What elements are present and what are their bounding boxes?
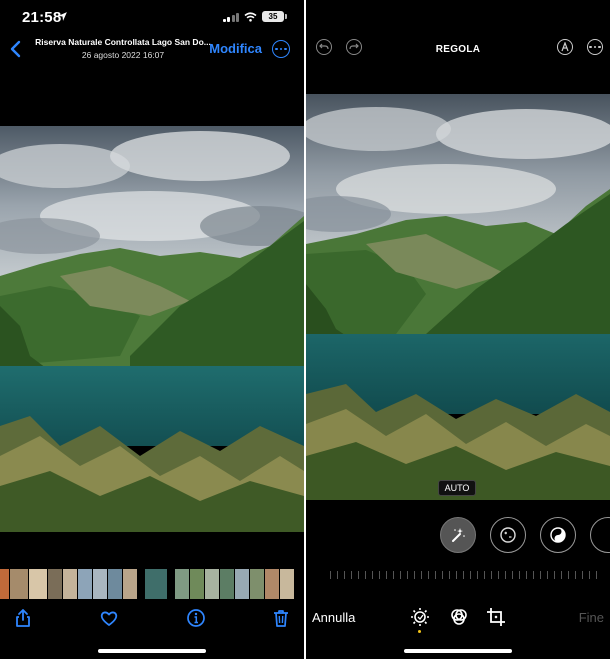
thumbnail-selected[interactable] — [145, 569, 167, 599]
photo-date: 26 agosto 2022 16:07 — [81, 50, 165, 60]
thumbnail[interactable] — [190, 569, 204, 599]
crop-rotate-icon[interactable] — [486, 607, 506, 627]
thumbnail[interactable] — [175, 569, 189, 599]
exposure-icon[interactable] — [490, 517, 526, 553]
done-button[interactable]: Fine — [579, 610, 604, 625]
adjustment-slider[interactable] — [330, 571, 610, 579]
location-arrow-icon — [58, 12, 67, 21]
trash-icon[interactable] — [271, 608, 291, 628]
auto-adjust-label: AUTO — [438, 480, 476, 496]
thumbnail[interactable] — [108, 569, 122, 599]
home-indicator[interactable] — [404, 649, 512, 653]
thumbnail[interactable] — [265, 569, 279, 599]
brilliance-icon[interactable] — [540, 517, 576, 553]
editor-header: REGOLA — [306, 34, 610, 64]
thumbnail[interactable] — [10, 569, 28, 599]
more-options-icon[interactable] — [587, 39, 603, 55]
info-icon[interactable] — [186, 608, 206, 628]
thumbnail[interactable] — [78, 569, 92, 599]
photo-location-title: Riserva Naturale Controllata Lago San Do… — [35, 37, 211, 47]
filters-icon[interactable] — [449, 607, 469, 627]
cell-signal-icon — [222, 12, 239, 22]
status-icons: 35 — [222, 11, 287, 22]
photo-editor-screen: REGOLA AUTO Annulla Fine — [306, 0, 610, 659]
thumbnail[interactable] — [138, 569, 144, 599]
battery-icon: 35 — [262, 11, 287, 22]
status-time: 21:58 — [22, 9, 62, 26]
thumbnail[interactable] — [205, 569, 219, 599]
thumbnail[interactable] — [48, 569, 62, 599]
adjust-dial-icon[interactable] — [410, 607, 430, 627]
viewer-toolbar — [0, 603, 304, 633]
home-indicator[interactable] — [98, 649, 206, 653]
edit-button[interactable]: Modifica — [209, 41, 262, 56]
more-options-icon[interactable] — [272, 40, 290, 58]
thumbnail[interactable] — [220, 569, 234, 599]
active-mode-indicator — [418, 630, 421, 633]
photo-viewer-screen: 21:58 35 Riserva Naturale Controllata La… — [0, 0, 304, 659]
lake-photo-edit-preview — [306, 94, 610, 500]
thumbnail[interactable] — [235, 569, 249, 599]
viewer-nav-bar: Riserva Naturale Controllata Lago San Do… — [0, 34, 304, 66]
cancel-button[interactable]: Annulla — [312, 610, 355, 625]
thumbnail[interactable] — [0, 569, 9, 599]
thumbnail[interactable] — [63, 569, 77, 599]
thumbnail[interactable] — [123, 569, 137, 599]
thumbnail[interactable] — [29, 569, 47, 599]
thumbnail[interactable] — [168, 569, 174, 599]
share-icon[interactable] — [13, 608, 33, 628]
auto-magic-wand-icon[interactable] — [440, 517, 476, 553]
status-bar: 21:58 35 — [0, 0, 304, 34]
wifi-icon — [244, 11, 257, 22]
markup-pen-icon[interactable] — [557, 39, 573, 55]
thumbnail[interactable] — [93, 569, 107, 599]
lake-photo — [0, 126, 304, 532]
back-chevron-icon[interactable] — [6, 38, 26, 60]
thumbnail[interactable] — [250, 569, 264, 599]
heart-icon[interactable] — [99, 608, 119, 628]
photo-thumbnail-strip[interactable] — [0, 569, 304, 599]
highlights-icon[interactable] — [590, 517, 610, 553]
thumbnail[interactable] — [280, 569, 294, 599]
